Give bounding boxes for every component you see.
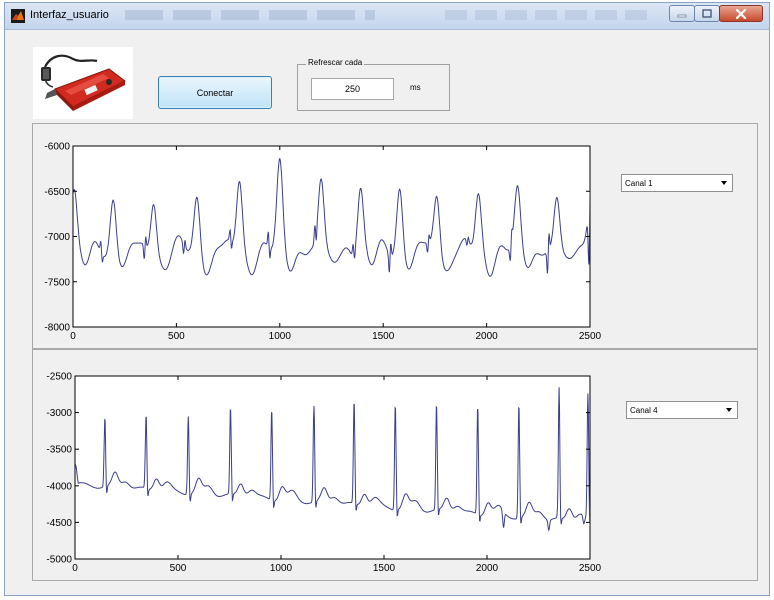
close-icon — [735, 8, 747, 19]
y-tick-label: -8000 — [44, 323, 70, 334]
chevron-down-icon — [721, 181, 727, 185]
maximize-button[interactable] — [694, 5, 720, 22]
y-tick-label: -6500 — [44, 187, 70, 198]
x-tick-label: 0 — [72, 563, 78, 574]
window-controls — [669, 5, 763, 23]
x-tick-label: 1000 — [269, 331, 292, 342]
maximize-icon — [702, 9, 712, 18]
y-tick-label: -5000 — [46, 555, 72, 566]
x-tick-label: 2000 — [476, 563, 499, 574]
app-window: Interfaz_usuario Conectar Refrescar cada… — [4, 2, 770, 596]
minimize-icon — [677, 14, 687, 17]
x-tick-label: 2500 — [579, 563, 602, 574]
chevron-down-icon — [726, 408, 732, 412]
title-bar-shadow-2 — [445, 10, 655, 20]
y-tick-label: -7500 — [44, 277, 70, 288]
refresh-group-label: Refrescar cada — [306, 58, 365, 67]
connect-button[interactable]: Conectar — [158, 76, 272, 109]
ecg-chart-bottom: 0 500 1000 1500 2000 2500 -5000 -4500 -4000 -3500… — [46, 372, 602, 575]
channel-select-bottom-value: Canal 4 — [630, 406, 658, 415]
close-button[interactable] — [719, 5, 763, 22]
x-tick-label: 2000 — [475, 331, 498, 342]
channel-panel-top: 0 500 1000 1500 2000 2500 -8000 -7500 -7000 -6500… — [32, 123, 758, 349]
channel-select-top[interactable]: Canal 1 — [621, 174, 733, 192]
y-tick-label: -3500 — [46, 445, 72, 456]
x-tick-label: 1000 — [270, 563, 293, 574]
title-bar-shadow — [125, 10, 375, 20]
y-tick-label: -6000 — [44, 142, 70, 153]
x-tick-label: 0 — [70, 331, 76, 342]
refresh-interval-input[interactable] — [311, 78, 394, 100]
plot-area — [72, 145, 591, 328]
channel-panel-bottom: 0 500 1000 1500 2000 2500 -5000 -4500 -4000 -3500… — [32, 349, 758, 581]
y-tick-label: -3000 — [46, 408, 72, 419]
window-title: Interfaz_usuario — [30, 9, 109, 21]
refresh-unit-label: ms — [410, 83, 421, 92]
x-tick-label: 2500 — [579, 331, 602, 342]
y-tick-label: -7000 — [44, 232, 70, 243]
x-tick-label: 500 — [170, 563, 187, 574]
title-bar[interactable]: Interfaz_usuario — [5, 3, 769, 30]
minimize-button[interactable] — [669, 5, 695, 22]
ecg-chart-top: 0 500 1000 1500 2000 2500 -8000 -7500 -7000 -6500… — [44, 142, 602, 343]
x-tick-label: 1500 — [372, 331, 395, 342]
plot-area — [74, 375, 591, 560]
channel-select-top-value: Canal 1 — [625, 179, 653, 188]
channel-select-bottom[interactable]: Canal 4 — [626, 401, 738, 419]
y-tick-label: -4500 — [46, 518, 72, 529]
y-tick-label: -2500 — [46, 372, 72, 383]
matlab-icon — [11, 9, 25, 23]
refresh-group: Refrescar cada ms — [297, 58, 450, 111]
obd-device-image — [33, 47, 133, 119]
y-tick-label: -4000 — [46, 481, 72, 492]
x-tick-label: 1500 — [373, 563, 396, 574]
x-tick-label: 500 — [168, 331, 185, 342]
obd-device-icon — [41, 54, 126, 111]
